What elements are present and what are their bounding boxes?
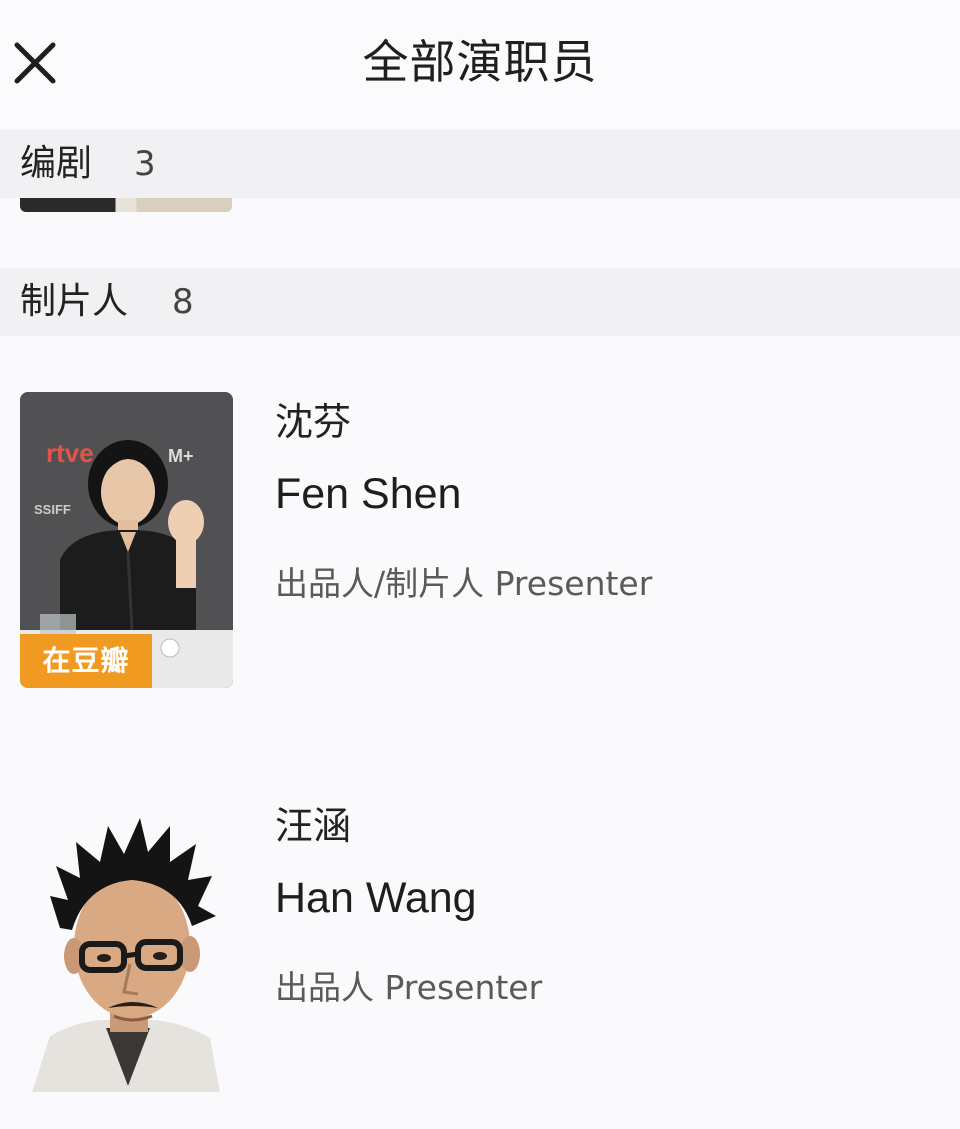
section-header-producers: 制片人 8 <box>0 268 960 336</box>
person-photo[interactable] <box>20 796 233 1092</box>
svg-text:rtve: rtve <box>46 438 94 468</box>
person-row[interactable]: 汪涵 Han Wang 出品人 Presenter <box>0 796 960 1096</box>
person-photo[interactable]: rtve M+ SSIFF 在豆瓣 <box>20 392 233 688</box>
person-row[interactable]: rtve M+ SSIFF 在豆瓣 沈芬 Fen Shen 出品人/制片人 Pr… <box>0 392 960 692</box>
writer-photo-partial[interactable] <box>20 198 232 212</box>
section-title: 编剧 <box>20 143 93 184</box>
person-role: 出品人 Presenter <box>275 968 543 1007</box>
section-header-writers: 编剧 3 <box>0 130 960 198</box>
top-bar: 全部演职员 <box>0 0 960 128</box>
section-count: 8 <box>172 282 194 322</box>
page-title: 全部演职员 <box>362 35 598 89</box>
section-title: 制片人 <box>20 281 129 322</box>
section-count: 3 <box>134 144 156 184</box>
svg-text:M+: M+ <box>168 446 194 466</box>
douban-badge: 在豆瓣 <box>20 634 152 688</box>
person-name-en: Fen Shen <box>275 470 462 518</box>
person-role: 出品人/制片人 Presenter <box>275 564 653 603</box>
svg-text:SSIFF: SSIFF <box>34 502 71 517</box>
person-name-en: Han Wang <box>275 874 477 922</box>
person-name-cn: 汪涵 <box>275 804 352 848</box>
person-name-cn: 沈芬 <box>275 400 352 444</box>
portrait-image <box>20 796 233 1092</box>
